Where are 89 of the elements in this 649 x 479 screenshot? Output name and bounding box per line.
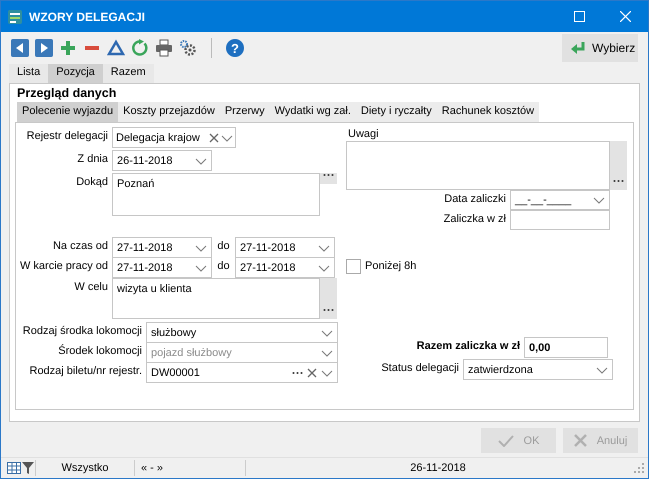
ellipsis-button[interactable] [320,173,337,184]
field-label: Zaliczka w zł [444,212,507,227]
filter-icon[interactable] [21,460,35,474]
dots-icon [323,173,334,176]
field-label: Dokąd [75,175,109,188]
caret-icon[interactable] [596,366,608,374]
plus-icon [59,39,77,57]
field-label: Rejestr delegacji [26,129,109,142]
checkbox-label: Poniżej 8h [365,260,416,272]
table-icon[interactable] [7,462,21,474]
date-field[interactable]: 26-11-2018 [112,150,212,171]
tab[interactable]: Razem [102,64,154,83]
forward-icon [35,39,53,57]
field-label: do [216,239,231,254]
plus-button[interactable] [59,39,77,57]
settings-icon [179,39,197,57]
tab[interactable]: Przerwy [220,102,270,122]
forward-button[interactable] [35,39,53,57]
caret-icon[interactable] [321,328,333,336]
section-title: Przegląd danych [16,86,118,102]
resize-grip-icon[interactable] [634,462,644,472]
caret-icon[interactable] [318,264,330,272]
status-text: « - » [140,462,164,474]
window-title: WZORY DELEGACJI [29,10,146,24]
field-label: Rodzaj biletu/nr rejestr. [28,364,143,377]
caret-icon[interactable] [195,244,207,252]
tab[interactable]: Diety i ryczałty [356,102,437,122]
caret-icon[interactable] [195,264,207,272]
print-icon [155,39,173,57]
dropdown-field[interactable]: służbowy [146,322,338,343]
print-button[interactable] [155,39,173,57]
field-label: Razem zaliczka w zł [416,339,521,354]
caret-icon[interactable] [221,134,233,142]
field-label: Środek lokomocji [57,343,143,357]
maximize-icon [574,11,584,22]
text-area[interactable]: Poznań [112,173,320,216]
check-icon [498,434,514,446]
dots-icon [613,179,624,182]
minus-icon [85,46,99,50]
date-field[interactable]: 27-11-2018 [112,257,212,278]
settings-button[interactable] [179,39,197,57]
field-label: Data zaliczki [444,192,507,207]
tab[interactable]: Wydatki wg zał. [270,102,356,122]
status-text: 26-11-2018 [409,462,467,474]
field-label: W celu [73,280,109,295]
tab[interactable]: Pozycja [48,64,103,83]
date-field[interactable]: __-__-____ [510,190,610,210]
caret-icon[interactable] [321,368,333,376]
tab[interactable]: Polecenie wyjazdu [17,102,118,122]
triangle-icon [107,39,125,57]
text-area[interactable]: wizyta u klienta [112,278,320,319]
clear-icon[interactable] [307,368,317,378]
tab[interactable]: Rachunek kosztów [436,102,540,122]
checkbox[interactable] [346,258,361,274]
date-field[interactable]: 27-11-2018 [235,237,335,258]
field-label: Uwagi [348,128,380,141]
close-icon [574,434,587,447]
dots-icon [323,308,334,311]
triangle-button[interactable] [107,39,125,57]
date-field[interactable]: 27-11-2018 [235,257,335,278]
field-label: Z dnia [76,152,109,165]
caret-icon[interactable] [593,196,605,204]
dropdown-field[interactable]: zatwierdzona [463,359,613,380]
back-icon [11,39,29,57]
tab[interactable]: Koszty przejazdów [118,102,220,122]
field-label: Rodzaj środka lokomocji [22,324,143,337]
select-button[interactable]: Wybierz [562,34,638,62]
date-field[interactable]: 27-11-2018 [112,237,212,258]
refresh-button[interactable] [131,39,149,57]
input-field[interactable] [510,210,610,230]
refresh-icon [131,39,149,57]
dropdown-field[interactable]: Delegacja krajow [112,127,236,148]
field-label: Status delegacji [381,361,460,376]
dropdown-field[interactable]: DW00001 [146,362,338,383]
field-label: W karcie pracy od [18,259,109,274]
status-text: Wszystko [60,462,110,474]
caret-icon[interactable] [318,244,330,252]
enter-arrow-icon [570,41,586,55]
dots-icon[interactable] [292,371,303,374]
field-label: do [216,259,231,274]
input-field[interactable]: 0,00 [524,337,608,358]
close-icon [620,11,630,22]
app-icon [7,8,23,24]
clear-icon[interactable] [209,132,219,142]
caret-icon[interactable] [195,156,207,164]
back-button[interactable] [11,39,29,57]
field-label: Na czas od [52,239,109,254]
tab[interactable]: Lista [9,64,48,83]
help-button[interactable]: ? [226,39,244,57]
